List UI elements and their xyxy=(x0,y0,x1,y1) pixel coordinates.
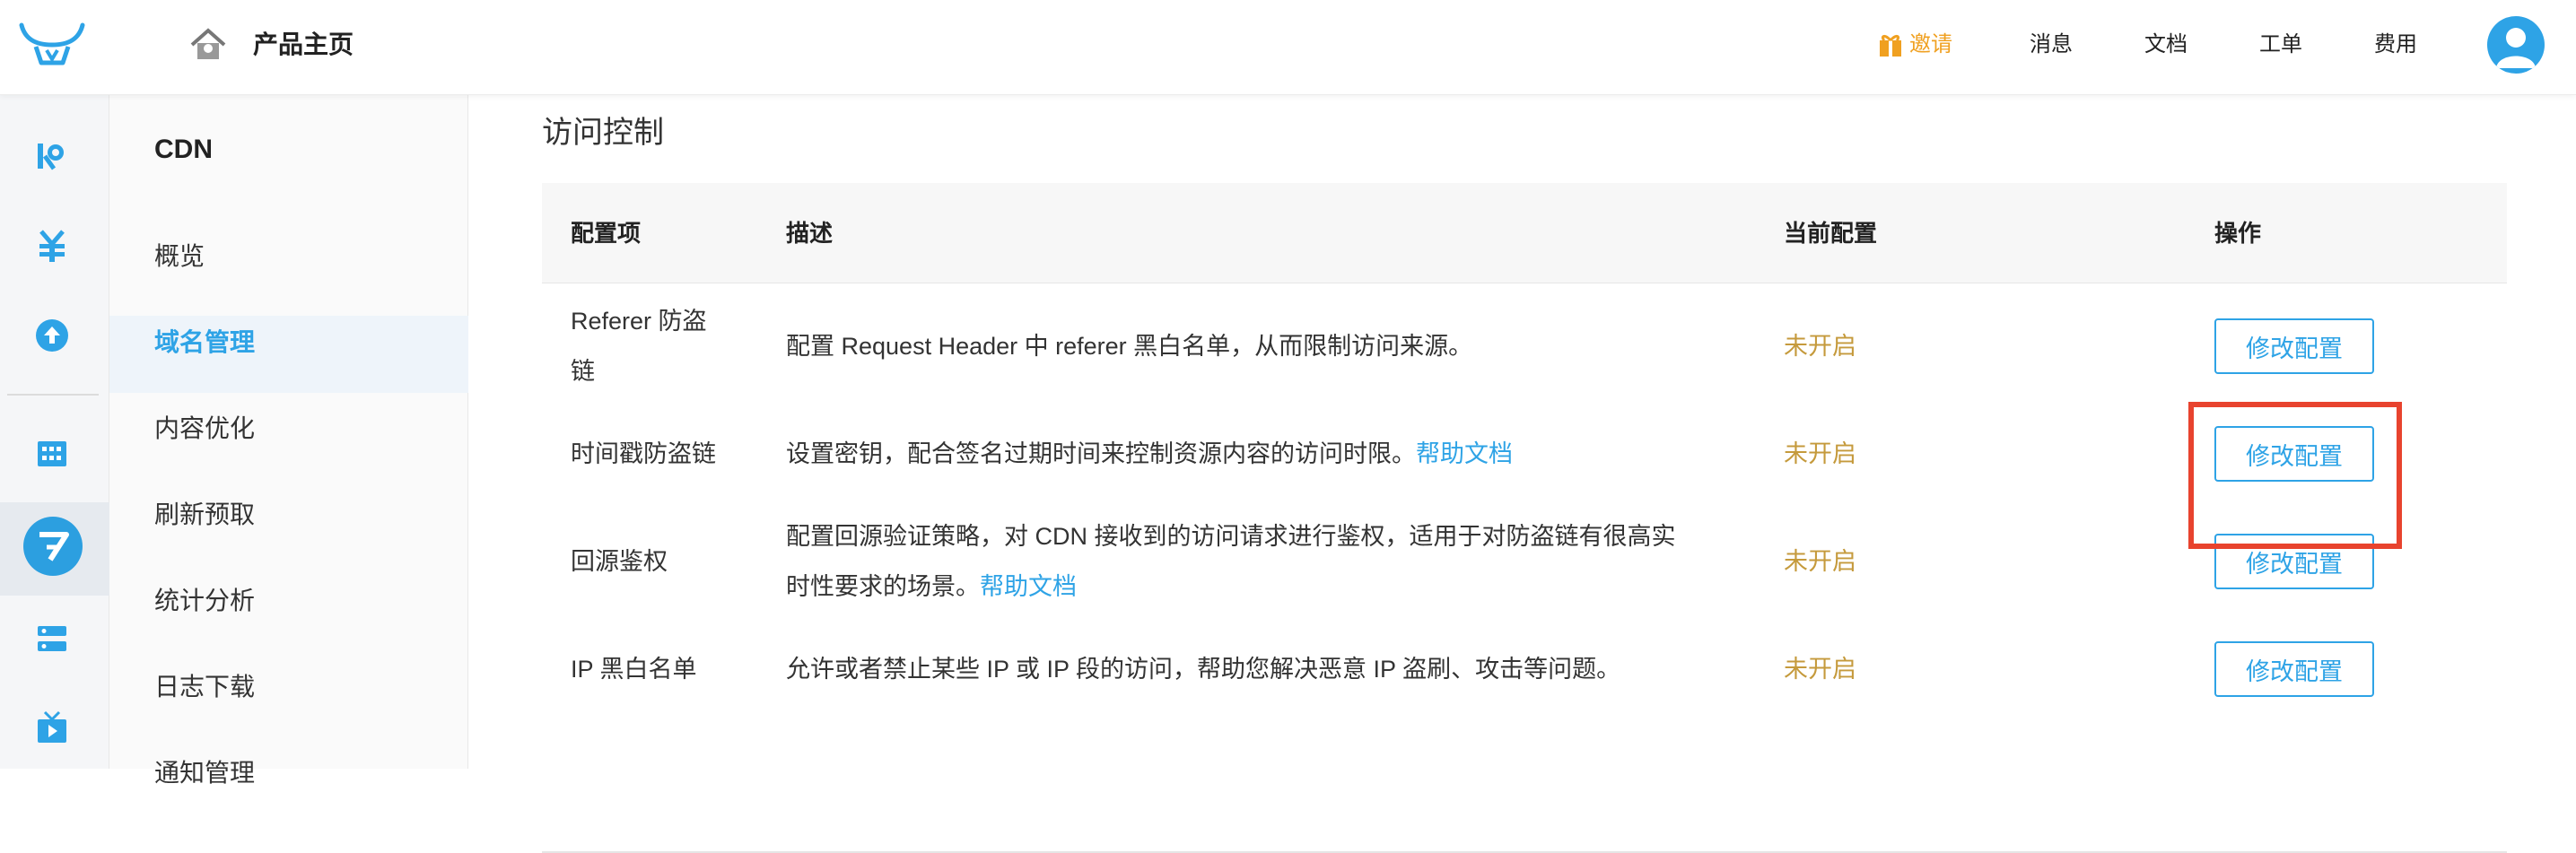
table-header: 配置项 描述 当前配置 操作 xyxy=(542,183,2507,283)
docs-link[interactable]: 文档 xyxy=(2144,27,2187,63)
messages-link[interactable]: 消息 xyxy=(2030,27,2073,63)
home-icon[interactable] xyxy=(188,27,228,63)
section-title: 访问控制 xyxy=(542,116,664,150)
icon-rail xyxy=(0,95,109,769)
row-status: 未开启 xyxy=(1784,333,1856,360)
column-header-current: 当前配置 xyxy=(1784,220,1878,247)
sidebar-item-content-optimization[interactable]: 内容优化 xyxy=(154,409,255,445)
row-status: 未开启 xyxy=(1784,548,1856,575)
row-description: 配置回源验证策略，对 CDN 接收到的访问请求进行鉴权，适用于对防盗链有很高实 … xyxy=(786,511,1728,612)
row-name: Referer 防盗 链 xyxy=(571,296,707,396)
column-header-action: 操作 xyxy=(2214,220,2262,247)
row-name: IP 黑白名单 xyxy=(571,656,697,683)
main-content: 访问控制 配置项 描述 当前配置 操作 Referer 防盗 链 配置 Requ… xyxy=(468,95,2576,853)
top-bar: 产品主页 邀请 消息 文档 工单 费用 xyxy=(0,0,2576,95)
qiniu-logo-icon[interactable] xyxy=(16,20,88,70)
sidebar-item-overview[interactable]: 概览 xyxy=(154,237,205,273)
cdn-icon[interactable] xyxy=(23,517,83,576)
product-home-link[interactable]: 产品主页 xyxy=(253,27,354,63)
sidebar-item-notifications[interactable]: 通知管理 xyxy=(154,753,255,789)
row-description: 允许或者禁止某些 IP 或 IP 段的访问，帮助您解决恶意 IP 盗刷、攻击等问… xyxy=(786,656,1621,683)
row-description-line1: 配置回源验证策略，对 CDN 接收到的访问请求进行鉴权，适用于对防盗链有很高实 xyxy=(786,523,1676,550)
row-status: 未开启 xyxy=(1784,656,1856,683)
invite-label: 邀请 xyxy=(1909,32,1952,57)
row-description-line2: 时性要求的场景。 xyxy=(786,573,980,600)
row-description-text: 设置密钥，配合签名过期时间来控制资源内容的访问时限。 xyxy=(786,440,1416,467)
row-name-line2: 链 xyxy=(571,358,595,385)
help-doc-link[interactable]: 帮助文档 xyxy=(980,573,1077,600)
row-name: 时间戳防盗链 xyxy=(571,440,716,467)
row-description: 设置密钥，配合签名过期时间来控制资源内容的访问时限。帮助文档 xyxy=(786,429,1728,479)
billing-link[interactable]: 费用 xyxy=(2374,27,2417,63)
gift-icon xyxy=(1880,34,1901,57)
pricing-icon[interactable] xyxy=(32,226,72,265)
user-icon xyxy=(2496,28,2536,68)
dashboard-icon[interactable] xyxy=(32,434,72,474)
row-description: 配置 Request Header 中 referer 黑白名单，从而限制访问来… xyxy=(786,333,1473,360)
sidebar-item-refresh-prefetch[interactable]: 刷新预取 xyxy=(154,495,255,531)
kodo-icon[interactable] xyxy=(32,136,72,176)
help-doc-link[interactable]: 帮助文档 xyxy=(1416,440,1513,467)
row-status: 未开启 xyxy=(1784,440,1856,467)
modify-config-button[interactable]: 修改配置 xyxy=(2214,318,2374,374)
row-name-line1: Referer 防盗 xyxy=(571,308,707,335)
sidebar-item-statistics[interactable]: 统计分析 xyxy=(154,581,255,617)
avatar[interactable] xyxy=(2487,16,2545,74)
secondary-sidebar: CDN 概览 域名管理 内容优化 刷新预取 统计分析 日志下载 通知管理 xyxy=(109,95,468,787)
cdn-glyph-icon xyxy=(39,532,69,561)
rail-divider xyxy=(7,394,99,396)
sidebar-item-log-download[interactable]: 日志下载 xyxy=(154,667,255,703)
row-name: 回源鉴权 xyxy=(571,548,668,575)
video-icon[interactable] xyxy=(32,709,72,748)
upload-icon[interactable] xyxy=(32,316,72,355)
sidebar-item-domains[interactable]: 域名管理 xyxy=(154,323,255,359)
tickets-link[interactable]: 工单 xyxy=(2259,27,2302,63)
column-header-description: 描述 xyxy=(786,220,834,247)
modify-config-button[interactable]: 修改配置 xyxy=(2214,641,2374,697)
highlight-box xyxy=(2188,402,2402,549)
settings-icon[interactable] xyxy=(32,619,72,658)
sidebar-title: CDN xyxy=(154,135,213,164)
column-header-item: 配置项 xyxy=(571,220,642,247)
invite-link[interactable]: 邀请 xyxy=(1879,27,1952,63)
